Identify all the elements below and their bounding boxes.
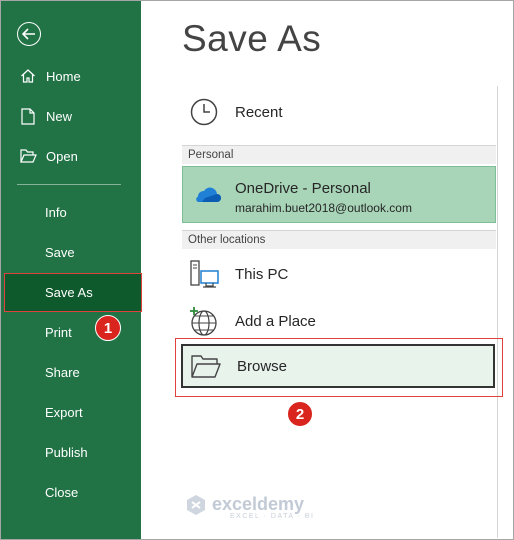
browse-button[interactable]: Browse: [181, 344, 495, 388]
computer-icon: [186, 256, 222, 292]
sidebar-item-label: Close: [45, 484, 79, 500]
section-header-other-locations: Other locations: [182, 230, 496, 249]
location-this-pc[interactable]: This PC: [182, 254, 496, 294]
backstage-sidebar: Home New Open Info Save Save As Print Sh…: [1, 1, 142, 539]
sidebar-item-close[interactable]: Close: [5, 473, 141, 511]
location-add-a-place[interactable]: Add a Place: [182, 301, 496, 341]
new-document-icon: [19, 107, 37, 125]
sidebar-item-new[interactable]: New: [5, 97, 141, 135]
sidebar-divider: [17, 184, 121, 185]
watermark-brand: exceldemy: [212, 494, 305, 514]
sidebar-item-label: Print: [45, 324, 72, 340]
section-header-personal: Personal: [182, 145, 496, 164]
sidebar-item-label: Open: [46, 148, 78, 164]
exceldemy-watermark: exceldemy EXCEL · DATA · BI: [184, 493, 315, 522]
page-title: Save As: [182, 18, 322, 59]
sidebar-item-save[interactable]: Save: [5, 233, 141, 271]
home-icon: [19, 67, 37, 85]
sidebar-item-home[interactable]: Home: [5, 57, 141, 95]
sidebar-item-label: Home: [46, 68, 81, 84]
location-label: Add a Place: [235, 312, 316, 330]
location-label: This PC: [235, 265, 289, 283]
panel-divider: [497, 86, 498, 538]
sidebar-item-save-as[interactable]: Save As: [4, 273, 142, 312]
back-arrow-icon[interactable]: [17, 22, 41, 46]
sidebar-item-label: Save: [45, 244, 75, 260]
sidebar-item-label: Share: [45, 364, 80, 380]
step-badge-2: 2: [287, 401, 313, 427]
sidebar-item-label: New: [46, 108, 73, 124]
sidebar-item-share[interactable]: Share: [5, 353, 141, 391]
sidebar-item-label: Export: [45, 404, 83, 420]
location-label: Recent: [235, 103, 283, 121]
location-recent[interactable]: Recent: [182, 92, 496, 132]
folder-open-icon: [19, 147, 37, 165]
watermark-tagline: EXCEL · DATA · BI: [230, 513, 315, 520]
sidebar-item-publish[interactable]: Publish: [5, 433, 141, 471]
globe-add-icon: [186, 303, 222, 339]
sidebar-item-label: Save As: [45, 285, 93, 300]
onedrive-name: OneDrive - Personal: [235, 180, 371, 197]
folder-icon: [189, 351, 223, 381]
sidebar-item-export[interactable]: Export: [5, 393, 141, 431]
sidebar-item-print[interactable]: Print: [5, 313, 141, 351]
sidebar-item-label: Publish: [45, 444, 88, 460]
browse-label: Browse: [237, 357, 288, 375]
sidebar-item-info[interactable]: Info: [5, 193, 141, 231]
sidebar-item-open[interactable]: Open: [5, 137, 141, 175]
onedrive-cloud-icon: [191, 182, 221, 209]
sidebar-item-label: Info: [45, 204, 67, 220]
exceldemy-logo-icon: [184, 493, 208, 522]
step-badge-1: 1: [95, 315, 121, 341]
location-onedrive[interactable]: OneDrive - Personal marahim.buet2018@out…: [182, 166, 496, 223]
onedrive-email: marahim.buet2018@outlook.com: [235, 201, 412, 215]
clock-icon: [186, 94, 222, 130]
